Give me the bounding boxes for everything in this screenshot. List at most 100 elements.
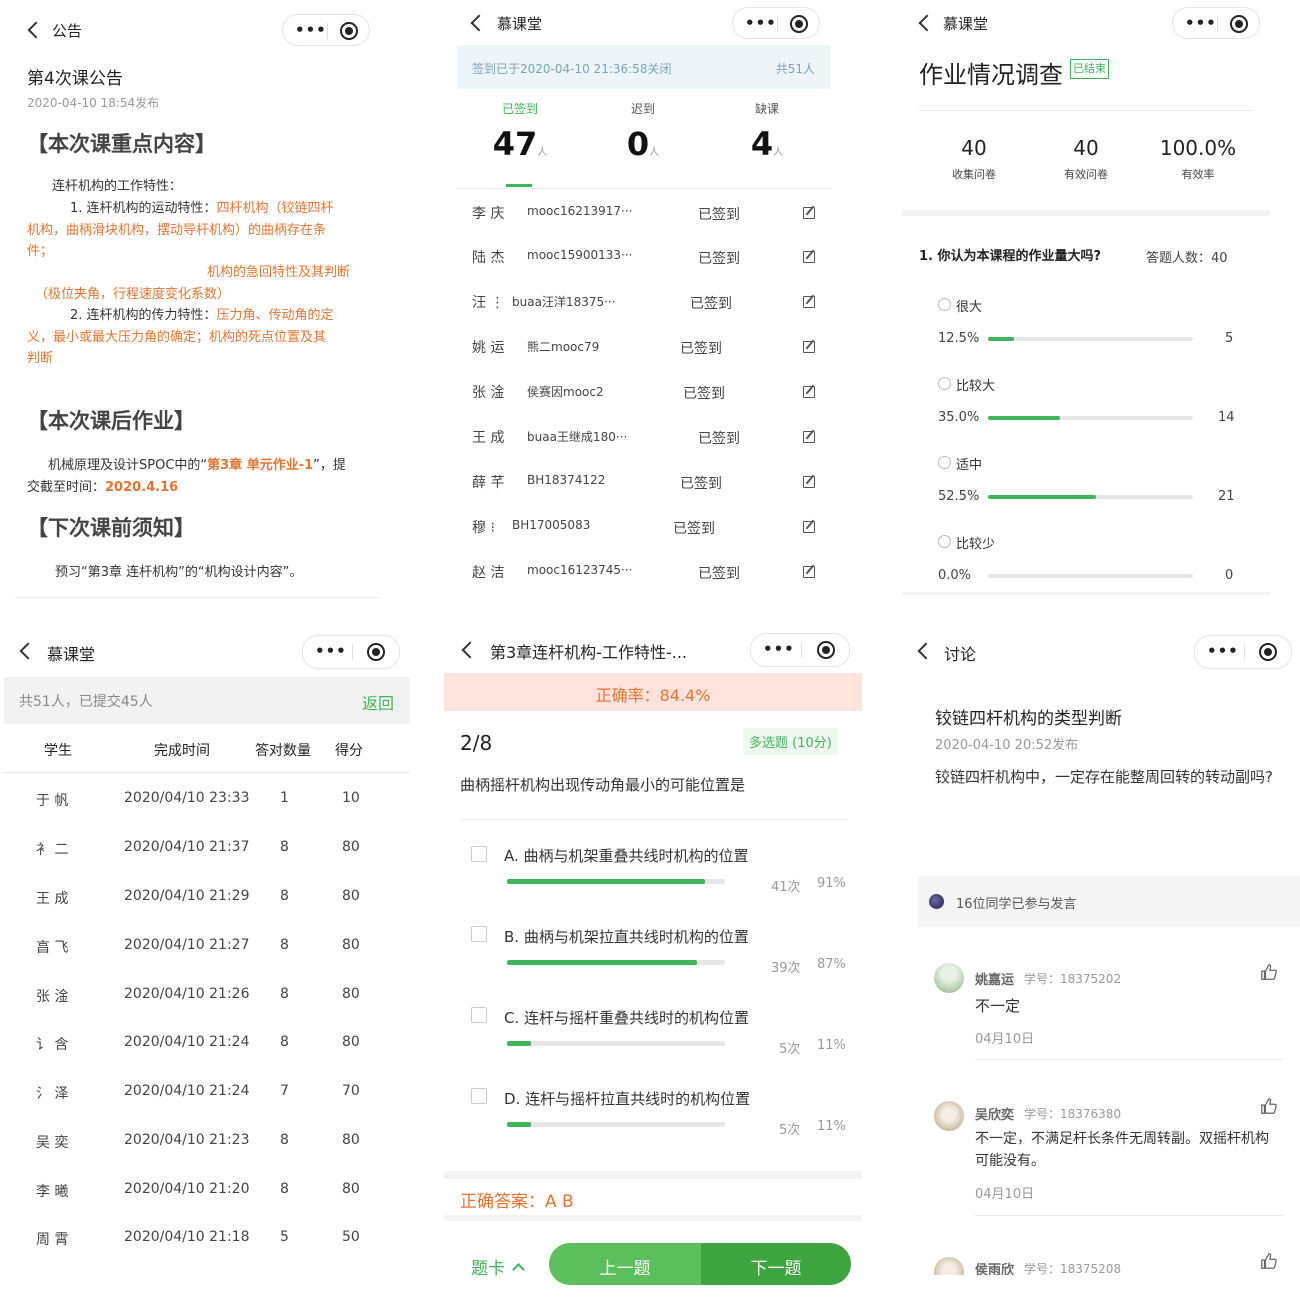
option-bar-fill — [507, 960, 697, 965]
cell-time: 2020/04/10 21:26 — [124, 986, 250, 1002]
mini-program-capsule: ••• — [1172, 7, 1260, 39]
edit-icon[interactable] — [803, 251, 815, 263]
text-line: 连杆机构的工作特性： — [52, 179, 183, 194]
table-row[interactable]: 衤 二 2020/04/10 21:37 8 80 — [0, 834, 420, 864]
text-line: 交截至时间：2020.4.16 — [27, 476, 178, 495]
topic-title: 铰链四杆机构的类型判断 — [935, 709, 1122, 729]
close-target-icon[interactable] — [340, 22, 358, 40]
list-item[interactable]: 李 庆 mooc16213917··· 已签到 — [440, 192, 860, 236]
comment-author: 吴欣奕 — [975, 1108, 1015, 1123]
student-name: 姚 运 — [472, 340, 505, 356]
option-label: 比较少 — [956, 537, 996, 552]
stat-signed[interactable]: 已签到 47人 — [480, 100, 560, 163]
edit-icon[interactable] — [803, 207, 815, 219]
list-item[interactable]: 张 淦 侯赛因mooc2 已签到 — [440, 371, 860, 415]
back-icon[interactable] — [470, 14, 488, 32]
avatar — [934, 963, 964, 993]
edit-icon[interactable] — [803, 431, 815, 443]
sign-status: 已签到 — [698, 207, 740, 223]
section-divider — [444, 1171, 862, 1179]
divider — [457, 188, 830, 189]
more-icon[interactable]: ••• — [1185, 15, 1217, 31]
nav-title: 第3章连杆机构-工作特性-... — [490, 643, 687, 662]
sign-status: 已签到 — [698, 251, 740, 267]
submission-panel: 慕课堂 ••• 共51人，已提交45人 返回 学生 完成时间 答对数量 得分 于… — [0, 625, 420, 1302]
back-icon[interactable] — [917, 642, 935, 660]
cell-correct: 7 — [280, 1083, 289, 1099]
comment-student-id: 学号：18375208 — [1024, 1262, 1122, 1275]
thumbs-up-icon[interactable] — [1260, 1097, 1278, 1115]
edit-icon[interactable] — [803, 521, 815, 533]
sign-status: 已签到 — [690, 296, 732, 312]
student-name: 穆 ⁝ — [472, 520, 495, 536]
answer-card-button[interactable]: 题卡 — [471, 1254, 526, 1279]
list-item[interactable]: 薛 芊 BH18374122 已签到 — [440, 461, 860, 505]
cell-correct: 8 — [280, 986, 289, 1002]
topic-date: 2020-04-10 20:52发布 — [935, 738, 1079, 753]
list-item[interactable]: 陆 杰 mooc15900133··· 已签到 — [440, 236, 860, 280]
close-target-icon[interactable] — [790, 15, 808, 33]
edit-icon[interactable] — [803, 476, 815, 488]
cell-correct: 8 — [280, 937, 289, 953]
sign-status: 已签到 — [683, 386, 725, 402]
table-row[interactable]: 张 淦 2020/04/10 21:26 8 80 — [0, 981, 420, 1011]
list-item[interactable]: 姚 运 熊二mooc79 已签到 — [440, 326, 860, 370]
table-row[interactable]: 讠 含 2020/04/10 21:24 8 80 — [0, 1029, 420, 1059]
stat-label: 已签到 — [501, 102, 538, 116]
chevron-up-icon — [512, 1263, 526, 1276]
back-icon[interactable] — [19, 642, 37, 660]
table-row[interactable]: 亯 飞 2020/04/10 21:27 8 80 — [0, 932, 420, 962]
table-row[interactable]: 周 霄 2020/04/10 21:18 5 50 — [0, 1224, 420, 1254]
prev-button[interactable]: 上一题 — [549, 1243, 701, 1285]
list-item[interactable]: 王 成 buaa王继成180··· 已签到 — [440, 416, 860, 460]
cell-time: 2020/04/10 21:27 — [124, 937, 250, 953]
thumbs-up-icon[interactable] — [1260, 963, 1278, 981]
option-bar — [988, 416, 1193, 420]
topic-body: 铰链四杆机构中，一定存在能整周回转的转动副吗? — [935, 768, 1273, 786]
table-row[interactable]: 王 成 2020/04/10 21:29 8 80 — [0, 883, 420, 913]
accuracy-banner: 正确率：84.4% — [444, 673, 862, 711]
list-item[interactable]: 汪 ⋮ buaa汪洋18375··· 已签到 — [440, 281, 860, 325]
edit-icon[interactable] — [803, 386, 815, 398]
table-row[interactable]: 氵 泽 2020/04/10 21:24 7 70 — [0, 1078, 420, 1108]
back-icon[interactable] — [27, 21, 45, 39]
table-row[interactable]: 吴 奕 2020/04/10 21:23 8 80 — [0, 1127, 420, 1157]
option-text: A. 曲柄与机架重叠共线时机构的位置 — [504, 847, 749, 865]
next-button[interactable]: 下一题 — [701, 1243, 851, 1285]
student-id: mooc15900133··· — [527, 248, 633, 262]
edit-icon[interactable] — [803, 296, 815, 308]
close-target-icon[interactable] — [1259, 643, 1277, 661]
deadline: 2020.4.16 — [105, 480, 179, 495]
back-icon[interactable] — [918, 14, 936, 32]
edit-icon[interactable] — [803, 566, 815, 578]
option-label: 比较大 — [956, 379, 996, 394]
back-icon[interactable] — [461, 641, 479, 659]
cell-name: 于 帆 — [36, 793, 69, 809]
more-icon[interactable]: ••• — [1207, 643, 1239, 659]
close-target-icon[interactable] — [1230, 15, 1248, 33]
cell-name: 衤 二 — [36, 842, 69, 858]
nav-title: 公告 — [52, 22, 83, 40]
close-target-icon[interactable] — [367, 643, 385, 661]
back-link[interactable]: 返回 — [362, 690, 394, 714]
stat-late[interactable]: 迟到 0人 — [603, 100, 683, 163]
list-item[interactable]: 赵 洁 mooc16123745··· 已签到 — [440, 551, 860, 595]
nav-title: 慕课堂 — [943, 15, 989, 33]
stat-label: 收集问卷 — [952, 168, 996, 181]
stat-absent[interactable]: 缺课 4人 — [727, 100, 807, 163]
list-item[interactable]: 穆 ⁝ BH17005083 已签到 — [440, 506, 860, 550]
comment-student-id: 学号：18375202 — [1024, 972, 1122, 986]
table-row[interactable]: 于 帆 2020/04/10 23:33 1 10 — [0, 785, 420, 815]
table-row[interactable]: 李 曦 2020/04/10 21:20 8 80 — [0, 1176, 420, 1206]
more-icon[interactable]: ••• — [315, 643, 347, 659]
stat-label: 有效问卷 — [1064, 168, 1108, 181]
homework-link[interactable]: 第3章 单元作业-1 — [207, 458, 313, 473]
thumbs-up-icon[interactable] — [1260, 1252, 1278, 1270]
avatar — [934, 1101, 964, 1131]
edit-icon[interactable] — [803, 341, 815, 353]
more-icon[interactable]: ••• — [763, 641, 795, 657]
more-icon[interactable]: ••• — [295, 22, 327, 38]
close-target-icon[interactable] — [817, 641, 835, 659]
more-icon[interactable]: ••• — [745, 15, 777, 31]
text-plain: 2. 连杆机构的传力特性： — [70, 308, 217, 323]
